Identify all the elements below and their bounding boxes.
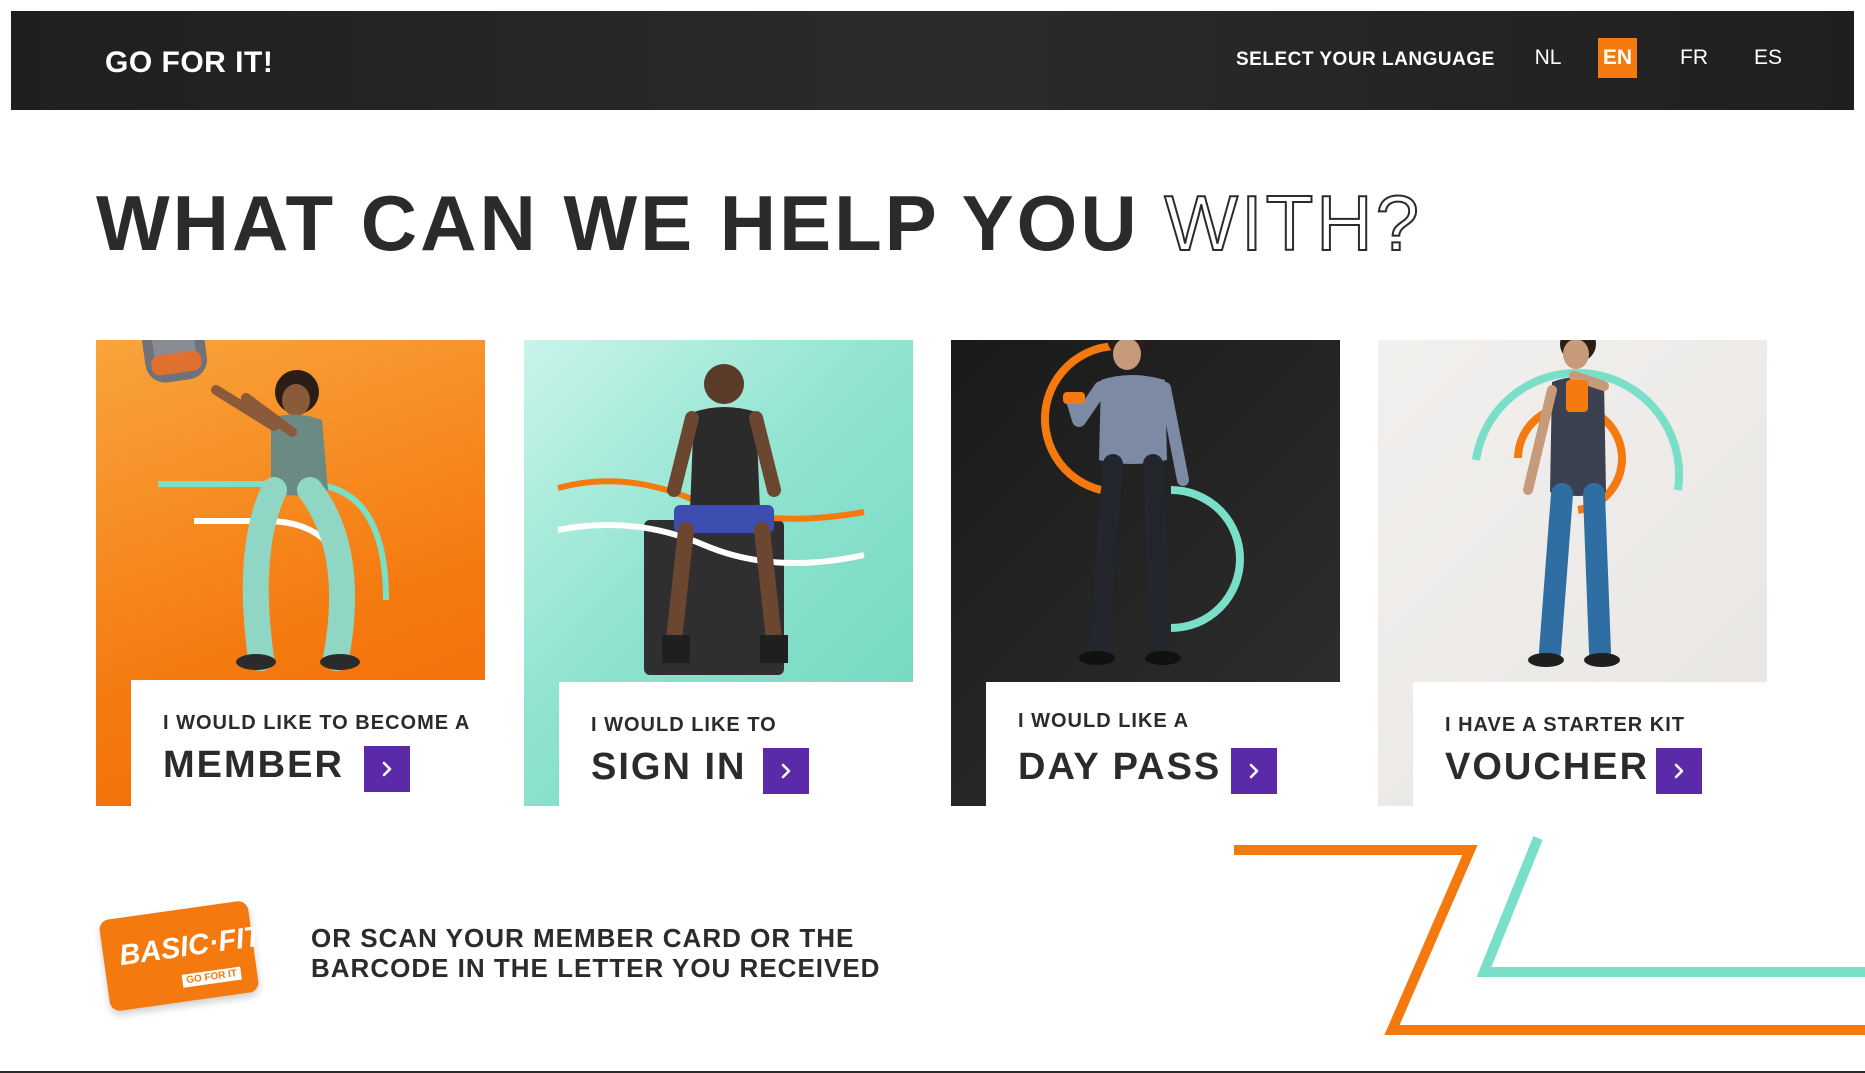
member-label-box: I WOULD LIKE TO BECOME A MEMBER — [131, 680, 485, 806]
scan-instructions: OR SCAN YOUR MEMBER CARD OR THE BARCODE … — [311, 923, 880, 983]
member-card-image: BASIC·FIT GO FOR IT — [98, 900, 264, 1012]
sign-in-title: SIGN IN — [591, 746, 747, 788]
member-figure — [138, 340, 389, 671]
language-option-es[interactable]: ES — [1746, 38, 1790, 78]
day-pass-arrow-button[interactable] — [1231, 748, 1277, 794]
decorative-lines — [1234, 836, 1865, 1035]
voucher-label-box: I HAVE A STARTER KIT VOUCHER — [1413, 682, 1767, 806]
become-member-card[interactable]: I WOULD LIKE TO BECOME A MEMBER — [96, 340, 485, 806]
sign-in-label-box: I WOULD LIKE TO SIGN IN — [559, 682, 913, 806]
language-option-en[interactable]: EN — [1598, 38, 1637, 78]
sign-in-card[interactable]: I WOULD LIKE TO SIGN IN — [524, 340, 913, 806]
brand-slogan: GO FOR IT! — [105, 46, 274, 79]
day-pass-intro-text: I WOULD LIKE A — [1018, 710, 1190, 732]
page-title-outline: WITH? — [1163, 178, 1423, 268]
member-title: MEMBER — [163, 744, 344, 786]
member-arrow-button[interactable] — [364, 746, 410, 792]
day-pass-card[interactable]: I WOULD LIKE A DAY PASS — [951, 340, 1340, 806]
voucher-card[interactable]: I HAVE A STARTER KIT VOUCHER — [1378, 340, 1767, 806]
voucher-intro-text: I HAVE A STARTER KIT — [1445, 714, 1685, 736]
sign-in-figure — [557, 364, 865, 675]
voucher-arrow-button[interactable] — [1656, 748, 1702, 794]
member-intro-text: I WOULD LIKE TO BECOME A — [163, 712, 471, 734]
day-pass-figure — [1040, 340, 1244, 665]
chevron-right-icon — [1674, 763, 1684, 779]
language-option-nl[interactable]: NL — [1523, 38, 1573, 78]
chevron-right-icon — [781, 763, 791, 779]
sign-in-arrow-button[interactable] — [763, 748, 809, 794]
chevron-right-icon — [382, 761, 392, 777]
scan-instructions-line-1: OR SCAN YOUR MEMBER CARD OR THE — [311, 923, 855, 953]
language-label: SELECT YOUR LANGUAGE — [1236, 49, 1495, 70]
language-option-fr[interactable]: FR — [1672, 38, 1716, 78]
day-pass-title: DAY PASS — [1018, 746, 1222, 788]
top-bar: GO FOR IT! SELECT YOUR LANGUAGE NL EN FR… — [11, 11, 1854, 110]
member-card-tagline: GO FOR IT — [181, 966, 242, 988]
voucher-figure — [1472, 340, 1684, 667]
scan-instructions-line-2: BARCODE IN THE LETTER YOU RECEIVED — [311, 953, 881, 983]
kiosk-page: GO FOR IT! SELECT YOUR LANGUAGE NL EN FR… — [0, 0, 1865, 1073]
member-card-logo: BASIC·FIT — [117, 920, 264, 973]
page-title-solid: WHAT CAN WE HELP YOU — [96, 179, 1140, 267]
page-title: WHAT CAN WE HELP YOU WITH? — [96, 178, 1422, 269]
voucher-title: VOUCHER — [1445, 746, 1650, 788]
sign-in-intro-text: I WOULD LIKE TO — [591, 714, 777, 736]
day-pass-label-box: I WOULD LIKE A DAY PASS — [986, 682, 1340, 806]
chevron-right-icon — [1249, 763, 1259, 779]
